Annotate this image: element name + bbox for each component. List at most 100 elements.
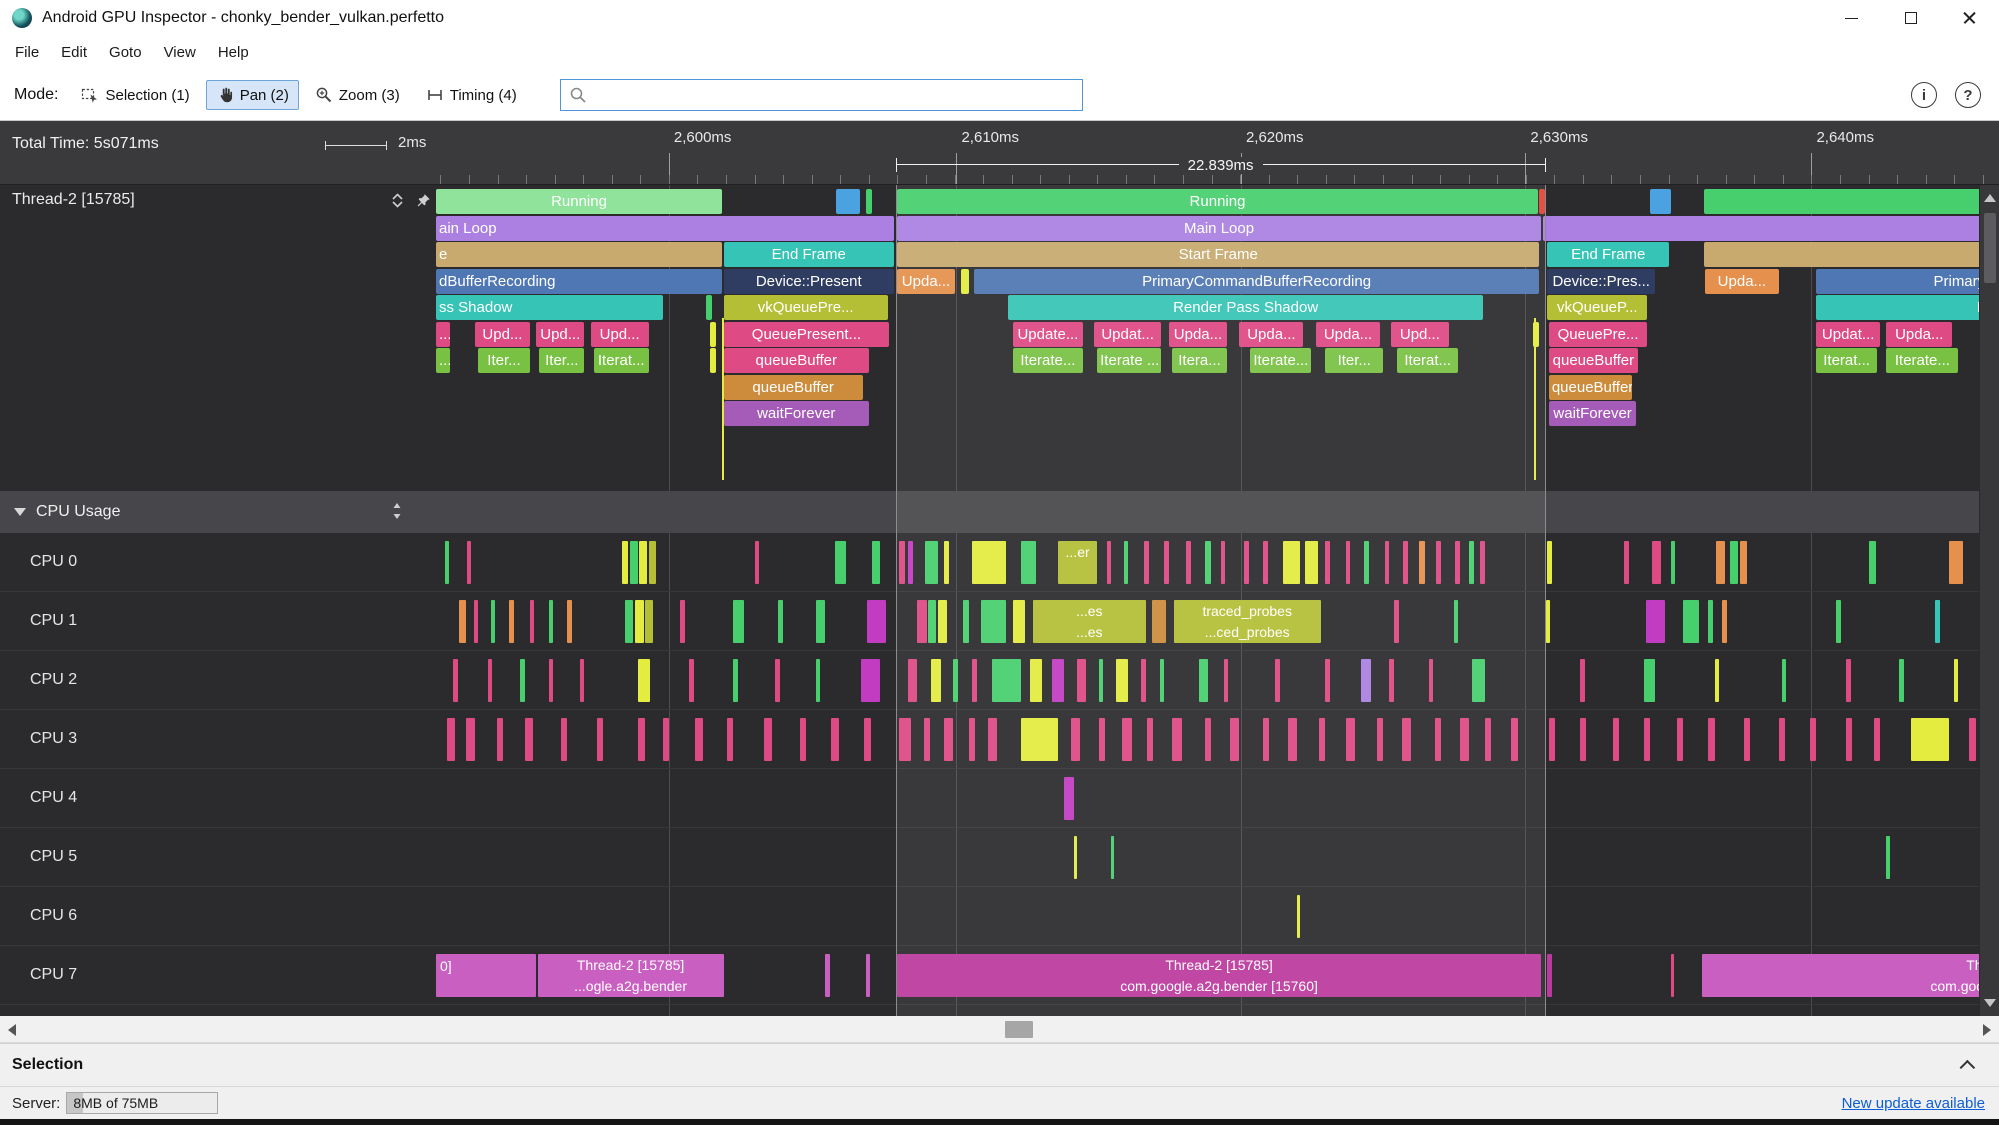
cpu-slice[interactable] xyxy=(1580,659,1585,702)
cpu-slice[interactable] xyxy=(1911,718,1949,761)
cpu-slice[interactable] xyxy=(815,600,826,643)
slice-frame[interactable]: e xyxy=(436,242,723,267)
cpu-slice[interactable] xyxy=(446,718,455,761)
menu-file[interactable]: File xyxy=(4,36,50,70)
cpu-slice[interactable] xyxy=(1073,836,1077,879)
cpu-slice[interactable] xyxy=(1204,718,1212,761)
cpu-slice[interactable] xyxy=(1548,718,1556,761)
cpu-slice[interactable] xyxy=(634,600,644,643)
cpu-slice[interactable] xyxy=(1029,659,1043,702)
slice-wait-forever[interactable]: waitForever xyxy=(1548,401,1637,426)
cpu-slice[interactable] xyxy=(937,600,948,643)
slice-wait-forever[interactable]: waitForever xyxy=(723,401,869,426)
slice-update[interactable]: Upd... xyxy=(536,321,585,347)
slice-frame[interactable]: End Frame xyxy=(1547,242,1670,267)
slice-running[interactable] xyxy=(865,189,873,214)
cpu-slice[interactable] xyxy=(1186,541,1191,584)
cpu-slice[interactable] xyxy=(732,600,744,643)
cpu-slice[interactable] xyxy=(1115,659,1129,702)
cpu-slice[interactable] xyxy=(525,718,533,761)
cpu-slice[interactable] xyxy=(908,659,918,702)
cpu-slice[interactable] xyxy=(459,600,466,643)
slice-main-loop[interactable] xyxy=(1542,215,1999,241)
cpu-slice[interactable] xyxy=(1547,954,1552,997)
cpu-slice[interactable] xyxy=(732,659,738,702)
cpu-slice[interactable] xyxy=(872,541,880,584)
cpu-slice[interactable] xyxy=(1401,718,1412,761)
cpu-slice[interactable] xyxy=(1325,659,1331,702)
slice-update[interactable]: ... xyxy=(436,321,451,347)
cpu-slice[interactable] xyxy=(1845,659,1851,702)
cpu-slice[interactable] xyxy=(1384,541,1390,584)
cpu-slice[interactable] xyxy=(1459,718,1470,761)
cpu-slice[interactable] xyxy=(1070,718,1080,761)
menu-help[interactable]: Help xyxy=(207,36,260,70)
cpu-slice[interactable] xyxy=(1545,600,1551,643)
cpu-slice[interactable] xyxy=(1869,541,1876,584)
cpu-slice[interactable] xyxy=(1394,600,1399,643)
cpu-slice[interactable] xyxy=(637,659,651,702)
cpu-lane[interactable] xyxy=(436,651,1999,709)
slice-command-buffer[interactable]: Upda... xyxy=(897,268,955,294)
cpu-slice[interactable] xyxy=(972,541,1007,584)
cpu-slice[interactable] xyxy=(1898,659,1904,702)
mode-pan-button[interactable]: Pan (2) xyxy=(205,80,299,110)
menu-view[interactable]: View xyxy=(153,36,207,70)
cpu-slice[interactable] xyxy=(1389,659,1395,702)
cpu-slice[interactable] xyxy=(1778,718,1785,761)
cpu-usage-header[interactable]: CPU Usage xyxy=(0,491,1999,533)
slice-running[interactable] xyxy=(1703,189,1999,214)
slice-command-buffer[interactable]: Device::Pres... xyxy=(1547,268,1656,294)
cpu-slice[interactable] xyxy=(1361,659,1371,702)
cpu-slice[interactable] xyxy=(1730,541,1738,584)
cpu-slice[interactable] xyxy=(1836,600,1842,643)
cpu-lane[interactable] xyxy=(436,828,1999,886)
slice-iterate[interactable]: Iter... xyxy=(1325,348,1384,373)
cpu-slice[interactable] xyxy=(1305,541,1318,584)
cpu-slice[interactable] xyxy=(1297,895,1301,938)
cpu-slice[interactable] xyxy=(1020,718,1059,761)
cpu-slice[interactable] xyxy=(925,541,938,584)
slice-iterate[interactable]: Iterate ... xyxy=(1097,348,1162,373)
cpu-slice[interactable]: traced_probes ...ced_probes xyxy=(1173,600,1321,643)
cpu-slice[interactable] xyxy=(1511,718,1518,761)
cpu-slice[interactable] xyxy=(490,600,496,643)
cpu-slice[interactable] xyxy=(1244,541,1249,584)
cpu-slice[interactable] xyxy=(987,718,998,761)
scroll-up-icon[interactable] xyxy=(1984,194,1996,202)
cpu-slice[interactable] xyxy=(1809,718,1817,761)
scroll-right-icon[interactable] xyxy=(1983,1024,1991,1036)
slice-iterate[interactable]: Iter... xyxy=(478,348,530,373)
cpu-slice[interactable] xyxy=(1204,541,1212,584)
vscroll-thumb[interactable] xyxy=(1984,213,1996,283)
slice-frame[interactable]: Start Frame xyxy=(897,242,1540,267)
cpu-slice[interactable] xyxy=(825,954,830,997)
cpu-slice[interactable] xyxy=(1151,600,1166,643)
cpu-slice[interactable] xyxy=(1434,718,1441,761)
cpu-slice[interactable] xyxy=(1122,718,1132,761)
slice-update[interactable] xyxy=(709,321,716,347)
slice-render-pass[interactable]: Render Pass Shadow xyxy=(1008,295,1484,320)
slice-update[interactable]: QueuePresent... xyxy=(723,321,890,347)
cpu-slice[interactable] xyxy=(1428,659,1434,702)
slice-frame[interactable]: End Frame xyxy=(723,242,894,267)
slice-running[interactable] xyxy=(1539,189,1546,214)
close-button[interactable] xyxy=(1940,0,1999,36)
scroll-down-icon[interactable] xyxy=(1984,999,1996,1007)
cpu-slice[interactable] xyxy=(1098,659,1104,702)
hscroll-thumb[interactable] xyxy=(1005,1021,1034,1038)
slice-iterate[interactable]: Iterat... xyxy=(593,348,649,373)
cpu-slice[interactable] xyxy=(1652,541,1662,584)
cpu-slice[interactable] xyxy=(1275,659,1281,702)
slice-update[interactable]: Upda... xyxy=(1169,321,1227,347)
cpu-slice[interactable] xyxy=(908,541,914,584)
cpu-slice[interactable] xyxy=(1076,659,1087,702)
cpu-slice[interactable] xyxy=(1708,600,1713,643)
cpu-slice[interactable] xyxy=(1484,718,1492,761)
cpu-slice[interactable] xyxy=(487,659,493,702)
menu-edit[interactable]: Edit xyxy=(50,36,98,70)
cpu-slice[interactable] xyxy=(637,718,646,761)
cpu-slice[interactable] xyxy=(1716,541,1726,584)
cpu-slice[interactable] xyxy=(1873,718,1881,761)
cpu-slice[interactable] xyxy=(679,600,685,643)
